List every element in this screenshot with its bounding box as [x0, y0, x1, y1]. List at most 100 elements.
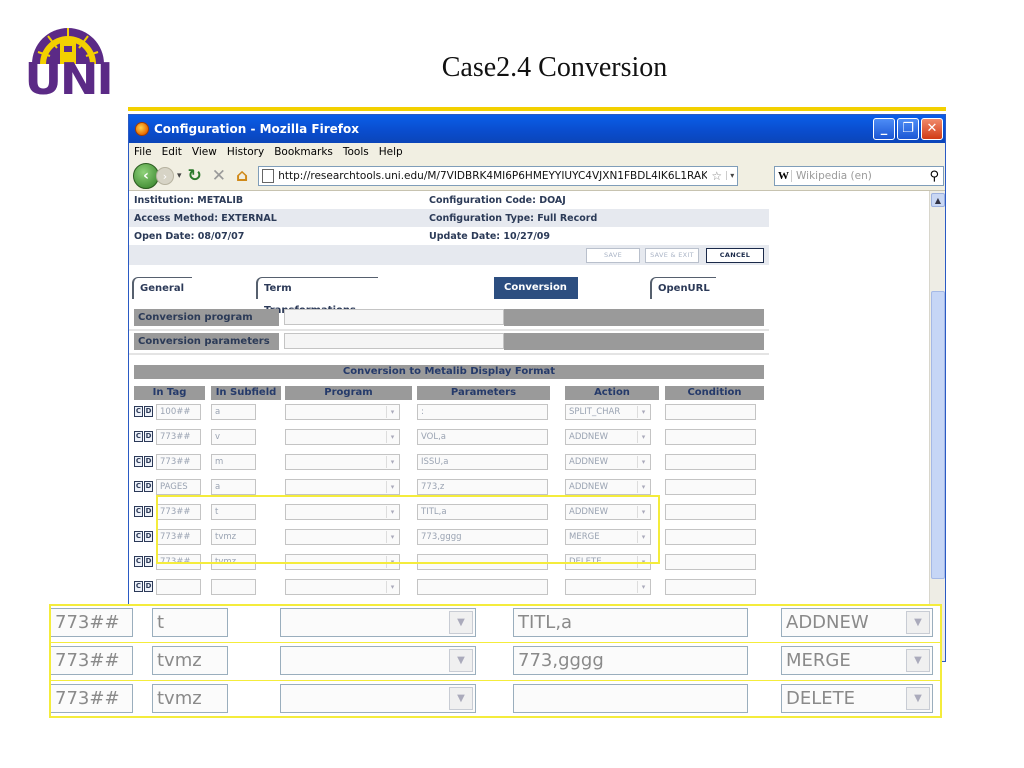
chevron-down-icon[interactable]: ▾	[637, 481, 649, 493]
action-select[interactable]: ▾	[565, 579, 651, 595]
delete-row-icon[interactable]: D	[144, 531, 153, 542]
condition-input[interactable]	[665, 454, 756, 470]
chevron-down-icon[interactable]: ▾	[386, 581, 398, 593]
url-bar[interactable]: http://researchtools.uni.edu/M/7VIDBRK4M…	[258, 165, 739, 186]
in-subfield-input[interactable]: tvmz	[211, 554, 256, 570]
delete-row-icon[interactable]: D	[144, 456, 153, 467]
minimize-button[interactable]: _	[873, 118, 895, 140]
url-dropdown-icon[interactable]: ▾	[726, 171, 737, 180]
condition-input[interactable]	[665, 579, 756, 595]
program-select[interactable]: ▾	[285, 404, 400, 420]
menu-view[interactable]: View	[192, 146, 217, 158]
search-box[interactable]: W Wikipedia (en) ⚲	[774, 166, 944, 186]
bookmark-star-icon[interactable]: ☆	[711, 169, 722, 183]
vertical-scrollbar[interactable]: ▲	[929, 191, 945, 661]
maximize-button[interactable]: ❐	[897, 118, 919, 140]
program-select[interactable]: ▾	[285, 429, 400, 445]
in-subfield-input[interactable]: v	[211, 429, 256, 445]
condition-input[interactable]	[665, 504, 756, 520]
condition-input[interactable]	[665, 429, 756, 445]
delete-row-icon[interactable]: D	[144, 556, 153, 567]
in-tag-input[interactable]: 773##	[156, 554, 201, 570]
copy-row-icon[interactable]: C	[134, 531, 143, 542]
home-icon[interactable]: ⌂	[236, 166, 248, 186]
chevron-down-icon[interactable]: ▾	[386, 481, 398, 493]
copy-row-icon[interactable]: C	[134, 431, 143, 442]
tab-openurl[interactable]: OpenURL	[650, 277, 716, 299]
search-engine-icon[interactable]: W	[775, 170, 792, 182]
save-exit-button[interactable]: SAVE & EXIT	[645, 248, 699, 263]
in-subfield-input[interactable]	[211, 579, 256, 595]
scroll-thumb[interactable]	[931, 291, 945, 579]
cancel-button[interactable]: CANCEL	[706, 248, 764, 263]
menu-file[interactable]: File	[134, 146, 152, 158]
condition-input[interactable]	[665, 479, 756, 495]
parameters-input[interactable]: 773,z	[417, 479, 548, 495]
program-select[interactable]: ▾	[285, 529, 400, 545]
chevron-down-icon[interactable]: ▾	[637, 581, 649, 593]
delete-row-icon[interactable]: D	[144, 406, 153, 417]
scroll-up-icon[interactable]: ▲	[931, 193, 945, 207]
menu-bookmarks[interactable]: Bookmarks	[274, 146, 333, 158]
in-tag-input[interactable]: 100##	[156, 404, 201, 420]
chevron-down-icon[interactable]: ▾	[637, 556, 649, 568]
tab-conversion[interactable]: Conversion	[494, 277, 578, 299]
delete-row-icon[interactable]: D	[144, 506, 153, 517]
in-tag-input[interactable]: 773##	[156, 529, 201, 545]
chevron-down-icon[interactable]: ▾	[386, 431, 398, 443]
program-select[interactable]: ▾	[285, 554, 400, 570]
copy-row-icon[interactable]: C	[134, 506, 143, 517]
chevron-down-icon[interactable]: ▾	[637, 506, 649, 518]
copy-row-icon[interactable]: C	[134, 556, 143, 567]
delete-row-icon[interactable]: D	[144, 481, 153, 492]
chevron-down-icon[interactable]: ▾	[637, 406, 649, 418]
in-tag-input[interactable]: PAGES	[156, 479, 201, 495]
parameters-input[interactable]	[417, 554, 548, 570]
action-select[interactable]: ADDNEW ▾	[565, 504, 651, 520]
reload-icon[interactable]: ↻	[188, 166, 202, 186]
in-tag-input[interactable]: 773##	[156, 454, 201, 470]
close-button[interactable]: ✕	[921, 118, 943, 140]
program-select[interactable]: ▾	[285, 454, 400, 470]
parameters-input[interactable]: 773,gggg	[417, 529, 548, 545]
program-select[interactable]: ▾	[285, 504, 400, 520]
in-subfield-input[interactable]: a	[211, 479, 256, 495]
parameters-input[interactable]: ISSU,a	[417, 454, 548, 470]
in-subfield-input[interactable]: t	[211, 504, 256, 520]
parameters-input[interactable]	[417, 579, 548, 595]
chevron-down-icon[interactable]: ▾	[637, 531, 649, 543]
action-select[interactable]: ADDNEW ▾	[565, 429, 651, 445]
parameters-input[interactable]: :	[417, 404, 548, 420]
in-subfield-input[interactable]: m	[211, 454, 256, 470]
copy-row-icon[interactable]: C	[134, 406, 143, 417]
chevron-down-icon[interactable]: ▾	[386, 556, 398, 568]
program-select[interactable]: ▾	[285, 479, 400, 495]
action-select[interactable]: SPLIT_CHAR ▾	[565, 404, 651, 420]
in-tag-input[interactable]	[156, 579, 201, 595]
chevron-down-icon[interactable]: ▾	[637, 431, 649, 443]
delete-row-icon[interactable]: D	[144, 581, 153, 592]
condition-input[interactable]	[665, 404, 756, 420]
action-select[interactable]: ADDNEW ▾	[565, 454, 651, 470]
condition-input[interactable]	[665, 554, 756, 570]
copy-row-icon[interactable]: C	[134, 456, 143, 467]
parameters-input[interactable]: TITL,a	[417, 504, 548, 520]
conversion-program-input[interactable]	[284, 309, 504, 325]
copy-row-icon[interactable]: C	[134, 581, 143, 592]
menu-help[interactable]: Help	[379, 146, 403, 158]
delete-row-icon[interactable]: D	[144, 431, 153, 442]
copy-row-icon[interactable]: C	[134, 481, 143, 492]
tab-general[interactable]: General	[132, 277, 192, 299]
history-dropdown-icon[interactable]: ▾	[177, 171, 182, 181]
chevron-down-icon[interactable]: ▾	[386, 531, 398, 543]
in-tag-input[interactable]: 773##	[156, 504, 201, 520]
chevron-down-icon[interactable]: ▾	[386, 456, 398, 468]
in-tag-input[interactable]: 773##	[156, 429, 201, 445]
menu-edit[interactable]: Edit	[162, 146, 182, 158]
action-select[interactable]: DELETE ▾	[565, 554, 651, 570]
menu-tools[interactable]: Tools	[343, 146, 369, 158]
chevron-down-icon[interactable]: ▾	[386, 506, 398, 518]
chevron-down-icon[interactable]: ▾	[637, 456, 649, 468]
forward-button[interactable]: ›	[156, 166, 174, 185]
menu-history[interactable]: History	[227, 146, 264, 158]
